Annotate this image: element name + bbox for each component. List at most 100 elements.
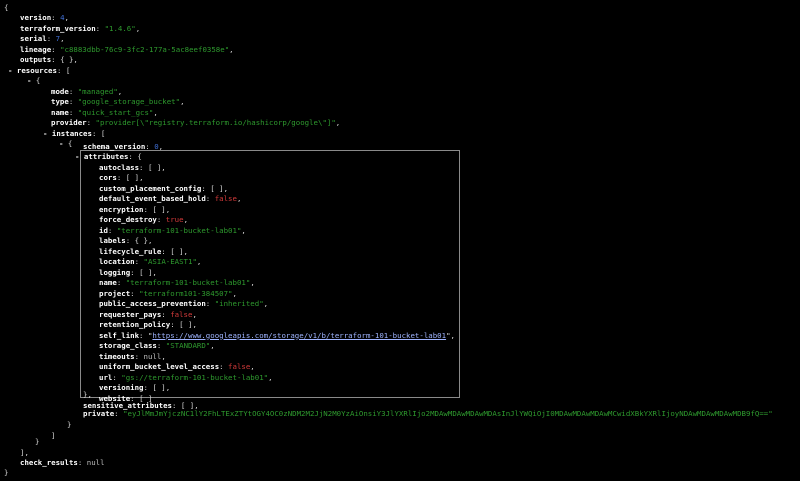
- resource-name-key: name: [51, 107, 69, 117]
- attr-url-row: url: "gs://terraform-101-bucket-lab01",: [99, 372, 273, 382]
- attr-timeouts-value: null: [143, 351, 162, 361]
- attr-autoclass-row: autoclass: [ ],: [99, 162, 166, 172]
- attr-location-key: location: [99, 257, 135, 266]
- resources-close-row: ],: [20, 447, 29, 457]
- resources-open-bracket: [: [65, 65, 71, 75]
- resource-name-value: "quick_start_gcs": [77, 107, 154, 117]
- attr-requester-pays-key: requester_pays: [99, 309, 162, 319]
- attr-id-value: "terraform-101-bucket-lab01": [116, 225, 242, 235]
- instances-open-bracket: [: [100, 128, 106, 138]
- attr-logging-key: logging: [99, 267, 131, 277]
- attributes-key: attributes: [83, 152, 129, 161]
- instances-close-bracket: ]: [51, 430, 56, 440]
- attr-versioning-row: versioning: [ ],: [99, 383, 171, 392]
- attr-name-row: name: "terraform-101-bucket-lab01",: [99, 278, 255, 287]
- attr-lifecycle-rule-key: lifecycle_rule: [99, 246, 162, 256]
- attr-default-event-based-hold-key: default_event_based_hold: [99, 194, 206, 203]
- attr-project-value: "terraform101-384507": [139, 288, 233, 298]
- provider-key: provider: [51, 118, 87, 127]
- resource-item-open-row: - {: [27, 76, 40, 86]
- attr-storage-class-key: storage_class: [99, 341, 157, 350]
- check-results-value: null: [86, 458, 105, 467]
- attr-url-value: "gs://terraform-101-bucket-lab01": [121, 372, 269, 382]
- version-row: version: 4,: [20, 13, 69, 22]
- attr-logging-value: [ ],: [139, 267, 157, 277]
- attr-labels-value: { },: [134, 236, 153, 245]
- private-value: "eyJlMmJmYjczNC1lY2FhLTExZTYtOGY4OC0zNDM…: [123, 409, 773, 418]
- attr-encryption-row: encryption: [ ],: [99, 204, 171, 214]
- self-link-url-link[interactable]: https://www.googleapis.com/storage/v1/b/…: [152, 331, 446, 340]
- attr-default-event-based-hold-row: default_event_based_hold: false,: [99, 194, 242, 203]
- attr-storage-class-value: "STANDARD": [165, 341, 211, 350]
- root-close-brace-line: }: [4, 468, 8, 478]
- attr-name-key: name: [99, 278, 117, 287]
- terraform-version-value: "1.4.6": [104, 23, 136, 33]
- attr-cors-key: cors: [99, 173, 117, 182]
- attr-public-access-prevention-key: public_access_prevention: [99, 299, 206, 308]
- attr-labels-key: labels: [99, 236, 126, 245]
- attr-name-value: "terraform-101-bucket-lab01": [125, 278, 251, 287]
- instances-key: instances: [51, 128, 92, 138]
- attr-public-access-prevention-value: "inherited": [214, 299, 264, 308]
- attributes-row: - attributes: {: [75, 152, 142, 161]
- outputs-row: outputs: { },: [20, 55, 78, 64]
- attr-versioning-key: versioning: [99, 383, 144, 392]
- attr-project-row: project: "terraform101-384507",: [99, 288, 237, 298]
- outputs-value: { },: [60, 55, 78, 64]
- resource-item-open-brace: {: [35, 76, 41, 85]
- type-key: type: [51, 97, 69, 106]
- attributes-open-brace: {: [137, 152, 142, 161]
- lineage-value: "c8883dbb-76c9-3fc2-177a-5ac8eef0358e": [60, 44, 230, 54]
- attr-public-access-prevention-row: public_access_prevention: "inherited",: [99, 299, 269, 308]
- check-results-row: check_results: null: [20, 458, 105, 467]
- terraform-version-row: terraform_version: "1.4.6",: [20, 23, 141, 33]
- attr-requester-pays-value: false: [170, 309, 193, 319]
- attr-cors-value: [ ],: [125, 173, 144, 182]
- attr-force-destroy-row: force_destroy: true,: [99, 215, 189, 224]
- attr-retention-policy-row: retention_policy: [ ],: [99, 320, 197, 329]
- attr-force-destroy-key: force_destroy: [99, 215, 157, 224]
- lineage-key: lineage: [20, 44, 52, 54]
- mode-value: "managed": [77, 86, 118, 96]
- attr-autoclass-key: autoclass: [99, 162, 140, 172]
- attr-custom-placement-config-value: [ ],: [210, 183, 229, 193]
- attr-autoclass-value: [ ],: [147, 162, 166, 172]
- attr-lifecycle-rule-row: lifecycle_rule: [ ],: [99, 246, 189, 256]
- attr-logging-row: logging: [ ],: [99, 267, 157, 277]
- attr-labels-row: labels: { },: [99, 236, 153, 245]
- private-row: private: "eyJlMmJmYjczNC1lY2FhLTExZTYtOG…: [83, 409, 773, 418]
- attr-self-link-key: self_link: [99, 330, 140, 340]
- instances-close-row: ]: [51, 431, 55, 441]
- schema-version-row: schema_version: 0,: [83, 141, 164, 151]
- provider-value: "provider[\"registry.terraform.io/hashic…: [95, 118, 336, 127]
- attr-encryption-key: encryption: [99, 204, 144, 214]
- open-brace: {: [4, 3, 9, 12]
- instance-item-close-row: }: [67, 420, 71, 430]
- attr-custom-placement-config-row: custom_placement_config: [ ],: [99, 183, 229, 193]
- instances-row: - instances: [: [43, 128, 106, 138]
- attr-self-link-row: self_link: "https://www.googleapis.com/s…: [99, 330, 455, 340]
- attr-cors-row: cors: [ ],: [99, 173, 144, 182]
- instance-item-open-row: - {: [59, 139, 72, 149]
- serial-key: serial: [20, 34, 47, 43]
- root-open-brace-line: {: [4, 3, 8, 13]
- type-row: type: "google_storage_bucket",: [51, 97, 185, 106]
- check-results-key: check_results: [20, 458, 78, 467]
- resource-item-close-brace: }: [35, 437, 40, 446]
- provider-row: provider: "provider[\"registry.terraform…: [51, 118, 341, 127]
- instance-item-open-brace: {: [67, 139, 73, 148]
- resources-row: - resources: [: [8, 65, 71, 75]
- lineage-row: lineage: "c8883dbb-76c9-3fc2-177a-5ac8ee…: [20, 44, 234, 54]
- root-close-brace: }: [4, 468, 9, 477]
- attr-default-event-based-hold-value: false: [214, 194, 237, 203]
- resource-name-row: name: "quick_start_gcs",: [51, 107, 158, 117]
- attr-versioning-value: [ ],: [152, 383, 171, 392]
- mode-row: mode: "managed",: [51, 86, 123, 96]
- attr-custom-placement-config-key: custom_placement_config: [99, 183, 202, 193]
- attr-encryption-value: [ ],: [152, 204, 171, 214]
- attr-location-row: location: "ASIA-EAST1",: [99, 257, 202, 266]
- attr-retention-policy-key: retention_policy: [99, 320, 171, 329]
- attr-uniform-bucket-level-access-key: uniform_bucket_level_access: [99, 362, 220, 371]
- type-value: "google_storage_bucket": [77, 97, 181, 106]
- attr-timeouts-key: timeouts: [99, 351, 135, 361]
